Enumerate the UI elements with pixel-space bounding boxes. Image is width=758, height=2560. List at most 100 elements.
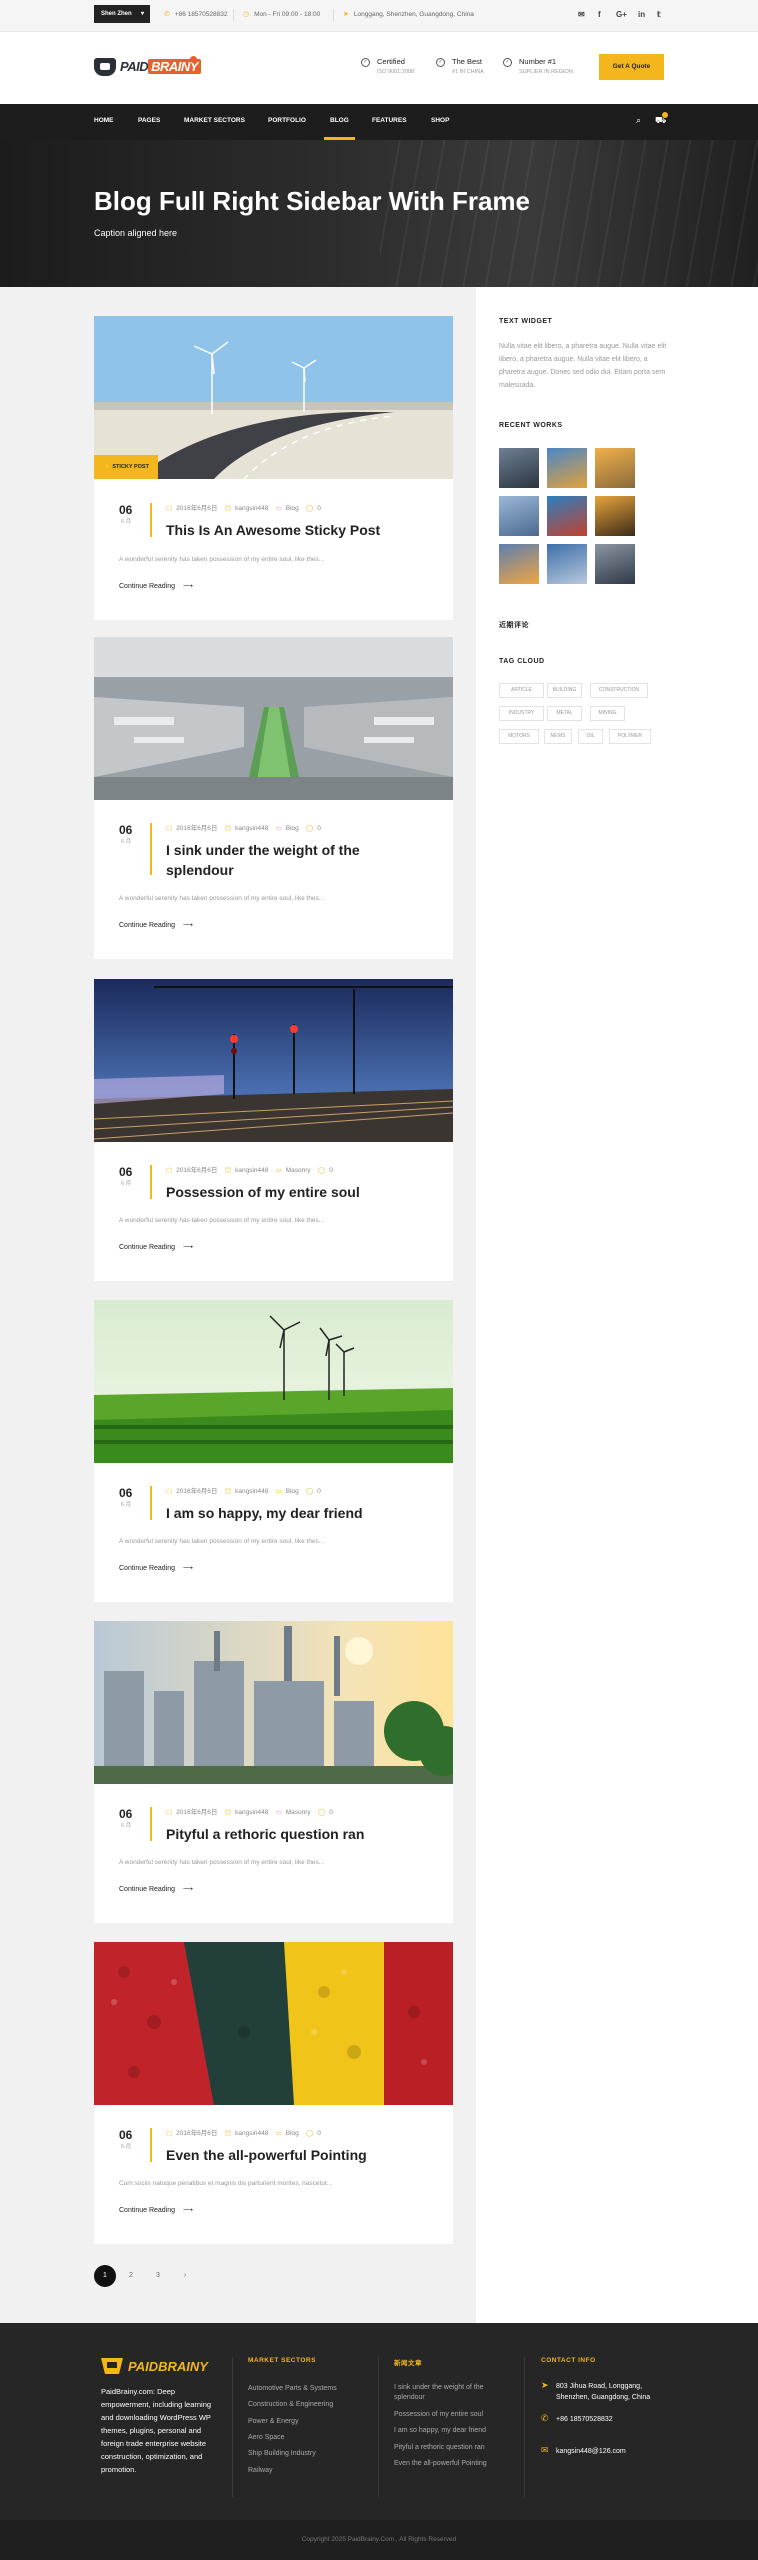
recent-comments-title: 近期评论 <box>499 622 529 629</box>
continue-reading-link[interactable]: Continue Reading ⟶ <box>119 1885 193 1893</box>
post-comments[interactable]: 0 <box>329 1809 333 1816</box>
post-category[interactable]: Blog <box>286 505 299 512</box>
post-comments[interactable]: 0 <box>329 1167 333 1174</box>
google-plus-icon[interactable]: G+ <box>616 9 627 21</box>
post-author[interactable]: kangsin448 <box>235 825 268 832</box>
footer-link[interactable]: Construction & Engineering <box>248 2400 333 2410</box>
post-meta-date[interactable]: 2016年6月6日 <box>176 825 217 832</box>
nav-features[interactable]: FEATURES <box>372 104 407 140</box>
footer-recent-link[interactable]: I am so happy, my dear friend <box>394 2426 486 2436</box>
tag-motors[interactable]: MOTORS <box>499 729 539 744</box>
search-icon[interactable]: ⌕ <box>636 115 641 126</box>
tag-news[interactable]: NEWS <box>544 729 572 744</box>
footer-link[interactable]: Power & Energy <box>248 2417 299 2427</box>
twitter-icon[interactable]: 𝕥 <box>657 9 661 21</box>
post-title[interactable]: I sink under the weight of the splendour <box>166 840 426 880</box>
cart-badge <box>662 112 668 118</box>
post-comments[interactable]: 0 <box>317 825 321 832</box>
footer-logo[interactable]: PAIDBRAINY <box>101 2356 208 2380</box>
continue-reading-link[interactable]: Continue Reading ⟶ <box>119 921 193 929</box>
post-meta-date[interactable]: 2016年6月6日 <box>176 1167 217 1174</box>
footer-recent-link[interactable]: I sink under the weight of the splendour <box>394 2383 504 2403</box>
post-image[interactable] <box>94 637 453 800</box>
tag-industry[interactable]: INDUSTRY <box>499 706 544 721</box>
post-meta-date[interactable]: 2016年6月6日 <box>176 1809 217 1816</box>
footer-phone[interactable]: +86 18570528832 <box>556 2414 666 2425</box>
footer-recent-link[interactable]: Possession of my entire soul <box>394 2410 483 2420</box>
tag-oil[interactable]: OIL <box>578 729 603 744</box>
post-meta-date[interactable]: 2016年6月6日 <box>176 2130 217 2137</box>
nav-pages[interactable]: PAGES <box>138 104 160 140</box>
post-title[interactable]: Even the all-powerful Pointing <box>166 2145 426 2165</box>
continue-reading-link[interactable]: Continue Reading ⟶ <box>119 1243 193 1251</box>
nav-market-sectors[interactable]: MARKET SECTORS <box>184 104 245 140</box>
post-comments[interactable]: 0 <box>317 1488 321 1495</box>
nav-shop[interactable]: SHOP <box>431 104 449 140</box>
continue-reading-link[interactable]: Continue Reading ⟶ <box>119 2206 193 2214</box>
tag-metal[interactable]: METAL <box>547 706 582 721</box>
recent-work-thumb[interactable] <box>547 544 587 584</box>
recent-work-thumb[interactable] <box>547 496 587 536</box>
post-meta-date[interactable]: 2016年6月6日 <box>176 1488 217 1495</box>
get-quote-button[interactable]: Get A Quote <box>599 54 664 80</box>
next-page-button[interactable]: › <box>174 2265 196 2287</box>
language-selector[interactable]: Shen Zhen ▾ <box>94 5 150 23</box>
page-1-button[interactable]: 1 <box>94 2265 116 2287</box>
recent-work-thumb[interactable] <box>499 496 539 536</box>
recent-work-thumb[interactable] <box>547 448 587 488</box>
facebook-icon[interactable]: f <box>598 9 601 21</box>
post-author[interactable]: kangsin448 <box>235 505 268 512</box>
footer-link[interactable]: Automotive Parts & Systems <box>248 2384 337 2394</box>
post-category[interactable]: Masonry <box>286 1167 311 1174</box>
recent-work-thumb[interactable] <box>595 544 635 584</box>
post-category[interactable]: Blog <box>286 2130 299 2137</box>
email-icon[interactable]: ✉ <box>578 9 585 21</box>
tag-building[interactable]: BUILDING <box>547 683 582 698</box>
footer-link[interactable]: Aero Space <box>248 2433 285 2443</box>
post-author[interactable]: kangsin448 <box>235 1809 268 1816</box>
nav-portfolio[interactable]: PORTFOLIO <box>268 104 306 140</box>
post-title[interactable]: I am so happy, my dear friend <box>166 1503 426 1523</box>
tag-mining[interactable]: MINING <box>590 706 625 721</box>
site-logo[interactable]: PAID BRAINY <box>94 56 201 82</box>
post-image[interactable] <box>94 1300 453 1463</box>
nav-home[interactable]: HOME <box>94 104 114 140</box>
footer-email[interactable]: kangsin448@126.com <box>556 2446 666 2457</box>
clock-icon: ◷ <box>243 11 250 18</box>
post-meta-date[interactable]: 2016年6月6日 <box>176 505 217 512</box>
nav-blog[interactable]: BLOG <box>324 104 355 140</box>
post-image[interactable] <box>94 979 453 1142</box>
page-2-button[interactable]: 2 <box>120 2265 142 2287</box>
footer-recent-link[interactable]: Even the all-powerful Pointing <box>394 2459 487 2469</box>
footer-link[interactable]: Ship Building Industry <box>248 2449 316 2459</box>
user-icon: ▤ <box>224 2130 232 2137</box>
post-category[interactable]: Blog <box>286 1488 299 1495</box>
linkedin-icon[interactable]: in <box>638 9 645 21</box>
post-category[interactable]: Masonry <box>286 1809 311 1816</box>
footer-recent-link[interactable]: Pityful a rethoric question ran <box>394 2443 485 2453</box>
tag-polymer[interactable]: POLYMER <box>609 729 651 744</box>
tag-construction[interactable]: CONSTRUCTION <box>590 683 648 698</box>
tag-article[interactable]: ARTICLE <box>499 683 544 698</box>
post-title[interactable]: Pityful a rethoric question ran <box>166 1824 426 1844</box>
continue-reading-link[interactable]: Continue Reading ⟶ <box>119 582 193 590</box>
post-author[interactable]: kangsin448 <box>235 2130 268 2137</box>
post-comments[interactable]: 0 <box>317 2130 321 2137</box>
post-title[interactable]: Possession of my entire soul <box>166 1182 426 1202</box>
footer-logo-main: PAID <box>128 2359 159 2374</box>
recent-work-thumb[interactable] <box>595 496 635 536</box>
recent-work-thumb[interactable] <box>499 448 539 488</box>
post-comments[interactable]: 0 <box>317 505 321 512</box>
page-3-button[interactable]: 3 <box>147 2265 169 2287</box>
post-category[interactable]: Blog <box>286 825 299 832</box>
post-image[interactable] <box>94 1942 453 2105</box>
continue-reading-link[interactable]: Continue Reading ⟶ <box>119 1564 193 1572</box>
recent-work-thumb[interactable] <box>595 448 635 488</box>
post-author[interactable]: kangsin448 <box>235 1488 268 1495</box>
post-title[interactable]: This Is An Awesome Sticky Post <box>166 520 426 540</box>
footer-link[interactable]: Railway <box>248 2466 273 2476</box>
recent-work-thumb[interactable] <box>499 544 539 584</box>
post-author[interactable]: kangsin448 <box>235 1167 268 1174</box>
post-image[interactable] <box>94 1621 453 1784</box>
address-text: Longgang, Shenzhen, Guangdong, China <box>353 11 474 18</box>
